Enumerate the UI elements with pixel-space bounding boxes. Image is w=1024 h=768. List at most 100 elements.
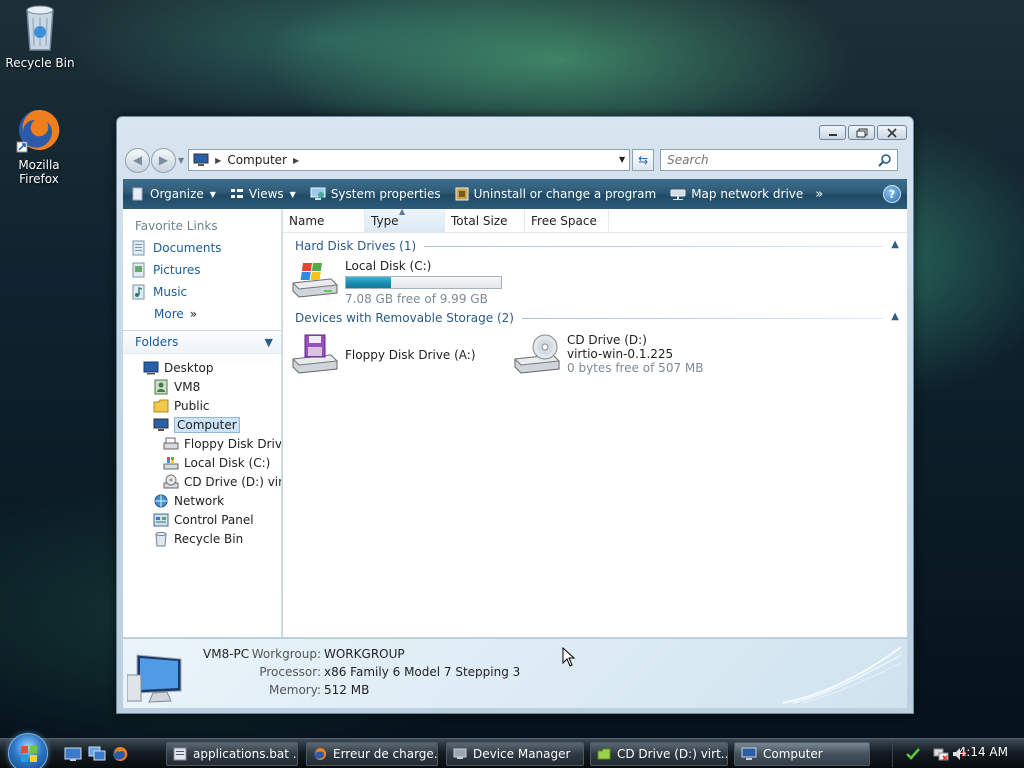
network-status-icon[interactable] [933, 746, 949, 762]
drive-usage-fill [346, 277, 391, 288]
taskbar-button-label: applications.bat ... [193, 747, 298, 761]
taskbar-button-computer[interactable]: Computer [734, 742, 870, 766]
drive-local-disk-c[interactable]: Local Disk (C:) 7.08 GB free of 9.99 GB [291, 259, 502, 306]
search-icon [878, 154, 891, 167]
breadcrumb-computer[interactable]: Computer [227, 153, 287, 167]
start-button[interactable] [8, 733, 48, 768]
computer-icon [193, 153, 209, 166]
drive-floppy-a[interactable]: Floppy Disk Drive (A:) [291, 333, 476, 377]
tree-item-control-panel[interactable]: Control Panel [123, 510, 281, 529]
taskbar-button-cd-drive[interactable]: CD Drive (D:) virt... [590, 742, 728, 766]
help-icon: ? [888, 187, 896, 201]
chevron-down-icon: ▼ [289, 189, 296, 199]
group-header-hard-disks[interactable]: Hard Disk Drives (1) ▲ [283, 235, 907, 257]
documents-icon [132, 240, 145, 256]
show-desktop-icon[interactable] [64, 746, 82, 762]
switch-windows-icon[interactable] [88, 746, 106, 762]
recent-pages-dropdown[interactable]: ▼ [178, 156, 184, 165]
maximize-button[interactable] [848, 125, 875, 140]
group-header-removable[interactable]: Devices with Removable Storage (2) ▲ [283, 307, 907, 329]
close-button[interactable] [877, 125, 907, 140]
taskbar-button-applications-bat[interactable]: applications.bat ... [166, 742, 298, 766]
pictures-icon [132, 262, 145, 278]
organize-icon [132, 187, 143, 201]
tree-item-computer[interactable]: Computer [123, 415, 281, 434]
folders-header[interactable]: Folders ▼ [123, 330, 281, 354]
tree-item-vm8[interactable]: VM8 [123, 377, 281, 396]
folder-icon [153, 399, 169, 412]
system-properties-button[interactable]: System properties [310, 187, 441, 201]
toolbar-overflow-button[interactable]: » [815, 187, 823, 202]
chevron-down-icon: ▼ [209, 189, 216, 199]
desktop-icon-recycle-bin[interactable]: Recycle Bin [0, 4, 80, 70]
favorite-pictures[interactable]: Pictures [123, 259, 281, 281]
tree-item-label: Network [174, 493, 225, 508]
forward-button[interactable]: ▶ [151, 147, 176, 173]
system-clock[interactable]: 4:14 AM [959, 745, 1008, 759]
safely-remove-icon[interactable] [905, 746, 921, 762]
firefox-icon [314, 747, 327, 760]
address-dropdown[interactable]: ▼ [619, 155, 625, 164]
user-folder-icon [154, 379, 168, 394]
taskbar: applications.bat ... Erreur de charge...… [0, 733, 1024, 768]
back-button[interactable]: ◀ [125, 147, 150, 173]
favorites-more-link[interactable]: More » [123, 303, 281, 325]
column-header-name[interactable]: Name [283, 209, 365, 232]
local-disk-icon [163, 456, 179, 469]
tree-item-label: Desktop [164, 360, 214, 375]
tree-item-label: Public [174, 398, 210, 413]
favorite-music[interactable]: Music [123, 281, 281, 303]
cd-drive-icon [163, 474, 179, 488]
group-divider [521, 317, 883, 319]
computer-name: VM8-PC [203, 647, 250, 661]
refresh-button[interactable]: ⇆ [632, 149, 655, 171]
favorite-label: Documents [153, 241, 222, 255]
group-title: Devices with Removable Storage (2) [295, 311, 514, 325]
help-button[interactable]: ? [883, 185, 901, 203]
tree-item-desktop[interactable]: Desktop [123, 358, 281, 377]
breadcrumb-separator[interactable]: ▶ [215, 156, 221, 165]
tree-item-cd-drive[interactable]: CD Drive (D:) virtio [123, 472, 281, 491]
organize-button[interactable]: Organize ▼ [131, 187, 216, 201]
folders-title: Folders [135, 335, 179, 349]
tree-item-floppy[interactable]: Floppy Disk Drive [123, 434, 281, 453]
processor-value: x86 Family 6 Model 7 Stepping 3 [324, 665, 521, 679]
address-bar[interactable]: ▶ Computer ▶ ▼ [188, 149, 631, 171]
tree-item-recycle-bin[interactable]: Recycle Bin [123, 529, 281, 548]
column-header-free-space[interactable]: Free Space [525, 209, 609, 232]
minimize-button[interactable] [819, 125, 846, 140]
column-header-total-size[interactable]: Total Size [445, 209, 525, 232]
column-header-type[interactable]: ▲ Type [365, 207, 445, 232]
tree-item-public[interactable]: Public [123, 396, 281, 415]
caption-buttons [819, 125, 907, 140]
memory-value: 512 MB [324, 683, 370, 697]
windows-logo-icon [21, 746, 37, 762]
taskbar-button-label: Erreur de charge... [333, 747, 438, 761]
tree-item-network[interactable]: Network [123, 491, 281, 510]
taskbar-button-label: CD Drive (D:) virt... [617, 747, 728, 761]
views-button[interactable]: Views ▼ [230, 187, 296, 201]
drive-name: CD Drive (D:) [567, 333, 647, 347]
desktop-icon-firefox[interactable]: Mozilla Firefox [0, 106, 78, 186]
navigation-pane: Favorite Links Documents Pictures Music … [123, 209, 282, 637]
tree-item-label: Local Disk (C:) [184, 455, 271, 470]
favorite-documents[interactable]: Documents [123, 237, 281, 259]
search-box[interactable] [660, 149, 899, 171]
firefox-icon[interactable] [112, 746, 128, 762]
taskbar-button-firefox[interactable]: Erreur de charge... [306, 742, 438, 766]
collapse-chevron-icon: ▲ [891, 311, 899, 322]
desktop-icon [143, 361, 159, 374]
double-chevron-icon: » [189, 307, 198, 321]
taskbar-button-device-manager[interactable]: Device Manager [446, 742, 584, 766]
breadcrumb-separator[interactable]: ▶ [293, 156, 299, 165]
more-label: More [154, 307, 184, 321]
floppy-drive-icon [291, 334, 339, 374]
tree-item-local-disk[interactable]: Local Disk (C:) [123, 453, 281, 472]
column-label: Free Space [531, 213, 597, 228]
map-network-drive-button[interactable]: Map network drive [670, 187, 803, 201]
collapse-chevron-icon: ▲ [891, 239, 899, 250]
drive-cd-d[interactable]: CD Drive (D:) virtio-win-0.1.225 0 bytes… [513, 333, 703, 377]
drive-volume-label: virtio-win-0.1.225 [567, 347, 674, 361]
uninstall-program-button[interactable]: Uninstall or change a program [455, 187, 656, 201]
search-input[interactable] [667, 153, 868, 167]
